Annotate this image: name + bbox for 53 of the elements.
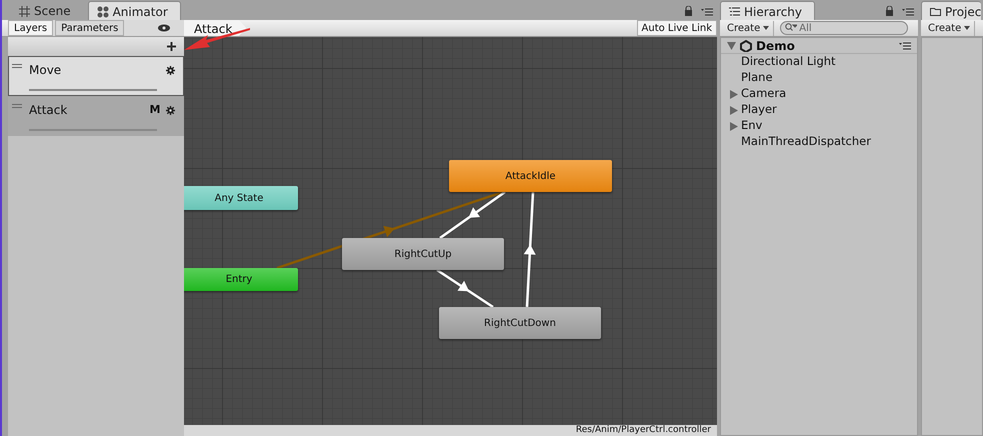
layer-item[interactable]: Move bbox=[8, 56, 184, 96]
expand-arrow-icon[interactable] bbox=[730, 106, 738, 114]
graph-canvas[interactable]: AttackIdle Any State Entry RightCutUp RightCutDown bbox=[184, 37, 717, 425]
layer-name: Move bbox=[29, 62, 62, 79]
hierarchy-item[interactable]: MainThreadDispatcher bbox=[741, 133, 871, 151]
create-button[interactable]: Create bbox=[723, 20, 774, 36]
tab[interactable]: Scene bbox=[10, 1, 84, 20]
drag-handle-icon[interactable] bbox=[12, 64, 22, 68]
gear-icon[interactable] bbox=[166, 106, 175, 114]
layer-item[interactable]: Attack M bbox=[8, 96, 184, 136]
caret-icon bbox=[964, 26, 970, 30]
menu-icon[interactable] bbox=[701, 8, 713, 16]
project-tab[interactable]: Projec bbox=[921, 1, 982, 20]
gear-icon[interactable] bbox=[166, 66, 175, 74]
folder-icon bbox=[930, 7, 941, 16]
state-node[interactable]: RightCutDown bbox=[439, 307, 601, 339]
lock-icon[interactable] bbox=[885, 6, 894, 16]
nodes-icon bbox=[96, 6, 109, 18]
drag-handle-icon[interactable] bbox=[12, 104, 22, 108]
state-node[interactable]: Entry bbox=[184, 268, 298, 291]
state-node[interactable]: RightCutUp bbox=[342, 238, 504, 270]
eye-icon[interactable] bbox=[158, 24, 170, 32]
breadcrumb[interactable]: Attack bbox=[184, 20, 246, 36]
caret-icon bbox=[763, 26, 770, 30]
hierarchy-item[interactable]: Player bbox=[741, 101, 777, 119]
mask-indicator: M bbox=[150, 102, 160, 118]
hierarchy-item[interactable]: Directional Light bbox=[741, 53, 836, 71]
unity-logo-icon bbox=[740, 40, 752, 52]
transition-arrow[interactable] bbox=[276, 190, 504, 270]
hierarchy-item[interactable]: Camera bbox=[741, 85, 786, 103]
lock-icon[interactable] bbox=[684, 6, 693, 16]
add-icon[interactable] bbox=[167, 42, 176, 51]
expand-arrow-icon[interactable] bbox=[730, 90, 738, 98]
menu-icon[interactable] bbox=[902, 8, 914, 16]
transition-arrow[interactable] bbox=[524, 192, 536, 308]
grid-icon bbox=[19, 6, 30, 16]
state-node[interactable]: AttackIdle bbox=[449, 160, 612, 192]
scene-name[interactable]: Demo bbox=[756, 36, 895, 54]
hierarchy-item[interactable]: Plane bbox=[741, 69, 773, 87]
status-bar: Res/Anim/PlayerCtrl.controller bbox=[184, 425, 717, 436]
search-field[interactable]: All bbox=[780, 21, 908, 36]
expand-arrow-icon[interactable] bbox=[730, 122, 738, 130]
hierarchy-item[interactable]: Env bbox=[741, 117, 762, 135]
layer-name: Attack bbox=[29, 102, 68, 119]
tab[interactable]: Animator bbox=[88, 1, 181, 20]
tab[interactable]: Parameters bbox=[55, 20, 124, 36]
menu-icon[interactable] bbox=[899, 42, 911, 50]
tab[interactable]: Layers bbox=[8, 20, 54, 36]
state-node[interactable]: Any State bbox=[184, 186, 298, 210]
list-icon bbox=[729, 7, 740, 16]
auto-live-link-button[interactable]: Auto Live Link bbox=[636, 20, 717, 36]
expand-arrow-icon[interactable] bbox=[727, 42, 736, 50]
hierarchy-tab[interactable]: Hierarchy bbox=[720, 1, 816, 20]
